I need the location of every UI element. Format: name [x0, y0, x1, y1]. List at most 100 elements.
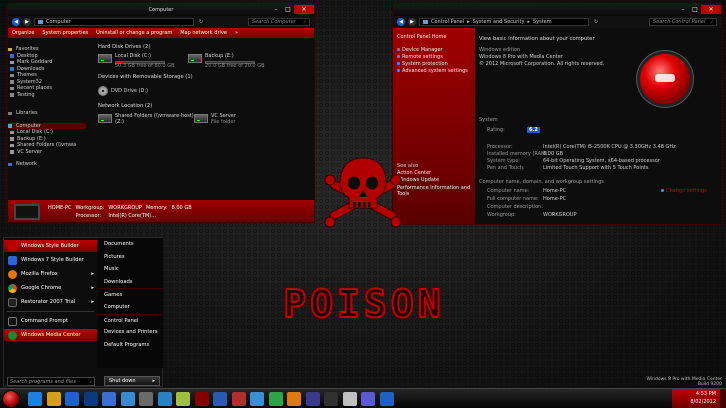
nav-vc-server[interactable]: VC Server	[8, 149, 86, 156]
user-folder-icon	[10, 60, 14, 64]
change-settings-link[interactable]: Change settings	[661, 188, 707, 194]
advanced-settings-link[interactable]: Advanced system settings	[393, 68, 475, 75]
address-field[interactable]: Computer	[34, 18, 194, 26]
control-panel-home-link[interactable]: Control Panel Home	[393, 34, 475, 41]
paint-icon[interactable]	[120, 392, 135, 406]
system-protection-link[interactable]: System protection	[393, 61, 475, 68]
search-placeholder: Search Computer	[252, 19, 296, 25]
notepad-icon[interactable]	[176, 392, 190, 406]
breadcrumb-control-panel[interactable]: Control Panel	[431, 19, 464, 25]
program-item[interactable]: Google Chrome ▸	[4, 282, 97, 294]
action-center-link[interactable]: Action Center	[393, 170, 475, 177]
globe-icon[interactable]	[157, 392, 172, 406]
internet-explorer-icon[interactable]	[28, 392, 42, 406]
terminal-icon[interactable]	[324, 392, 338, 406]
folder-icon	[10, 73, 14, 77]
folder-icon[interactable]	[46, 392, 61, 406]
dvd-icon	[98, 86, 108, 96]
documents-link[interactable]: Documents	[98, 238, 163, 251]
refresh-icon[interactable]: ↻	[592, 19, 600, 25]
nav-testing[interactable]: Testing	[8, 92, 86, 99]
system-address-bar: ◀ ▶ Control Panel ▸ System and Security …	[393, 16, 721, 28]
breadcrumb[interactable]: Control Panel ▸ System and Security ▸ Sy…	[419, 18, 589, 26]
vlc-icon[interactable]	[287, 392, 301, 406]
program-item[interactable]: Windows Style Builder	[4, 240, 97, 252]
breadcrumb-system-security[interactable]: System and Security	[473, 19, 525, 25]
rating-badge[interactable]: 6.2	[527, 127, 540, 133]
drive-c[interactable]: Local Disk (C:) 50.3 GB free of 60.0 GB	[98, 53, 175, 69]
shared-folders-drive[interactable]: Shared Folders (\\vmware-host) (Z:)	[98, 113, 194, 125]
nav-libraries[interactable]: Libraries	[8, 110, 86, 117]
chat-icon[interactable]	[379, 392, 394, 406]
scissors-icon[interactable]	[342, 392, 357, 406]
minimize-button[interactable]: –	[677, 5, 689, 14]
close-button[interactable]: ✕	[294, 5, 314, 14]
vc-server-folder[interactable]: VC Server File folder	[194, 113, 236, 125]
snipping-icon[interactable]	[231, 392, 246, 406]
control-panel-link[interactable]: Control Panel	[98, 313, 163, 327]
maximize-button[interactable]: □	[282, 5, 294, 14]
vmware-icon[interactable]	[305, 392, 320, 406]
back-button[interactable]: ◀	[12, 18, 20, 26]
drive-c-name: Local Disk (C:)	[115, 53, 151, 59]
program-item[interactable]: Mozilla Firefox ▸	[4, 268, 97, 280]
window-icon[interactable]	[102, 392, 116, 406]
devices-printers-link[interactable]: Devices and Printers	[98, 326, 163, 339]
gear-icon[interactable]	[139, 392, 153, 406]
tools-icon[interactable]	[213, 392, 227, 406]
windows-update-link[interactable]: Windows Update	[393, 177, 475, 184]
start-button[interactable]	[2, 390, 20, 408]
system-properties-button[interactable]: System properties	[42, 30, 88, 36]
refresh-icon[interactable]: ↻	[197, 19, 205, 25]
organize-button[interactable]: Organize	[12, 30, 34, 36]
drive-e[interactable]: Backup (E:) 20.0 GB free of 20.0 GB	[188, 53, 265, 69]
remote-settings-link[interactable]: Remote settings	[393, 54, 475, 61]
more-button[interactable]: »	[235, 30, 238, 36]
resource-hacker-icon[interactable]	[194, 392, 209, 406]
style-builder-icon	[8, 241, 17, 251]
folder-icon	[10, 93, 14, 97]
folder-icon	[10, 80, 14, 84]
download-icon	[10, 67, 14, 71]
maximize-button[interactable]: □	[689, 5, 701, 14]
drive-dvd[interactable]: DVD Drive (D:)	[98, 86, 148, 96]
program-item[interactable]: Restorator 2007 Trial ▸	[4, 296, 97, 308]
forward-button[interactable]: ▶	[408, 18, 416, 26]
code-icon[interactable]	[361, 392, 375, 406]
device-manager-link[interactable]: Device Manager	[393, 47, 475, 54]
explorer-titlebar[interactable]: Computer – □ ✕	[8, 4, 314, 16]
media-player-icon[interactable]	[65, 392, 79, 406]
forward-button[interactable]: ▶	[23, 18, 31, 26]
close-button[interactable]: ✕	[701, 5, 721, 14]
music-link[interactable]: Music	[98, 263, 163, 276]
games-link[interactable]: Games	[98, 288, 163, 301]
system-titlebar[interactable]: – □ ✕	[393, 4, 721, 16]
search-input[interactable]: Search Computer ⌕	[248, 18, 310, 26]
uninstall-program-button[interactable]: Uninstall or change a program	[96, 30, 172, 36]
nav-network[interactable]: Network	[8, 161, 86, 168]
program-item[interactable]: Command Prompt	[4, 315, 97, 327]
downloads-link[interactable]: Downloads	[98, 276, 163, 289]
program-item[interactable]: Windows Media Center	[4, 329, 97, 341]
show-desktop-button[interactable]	[720, 389, 726, 408]
photoshop-icon[interactable]	[83, 392, 98, 406]
search-input[interactable]: Search Control Panel ⌕	[649, 18, 717, 26]
chrome-icon[interactable]	[268, 392, 283, 406]
full-cn-row: Full computer name: Home-PC	[487, 196, 567, 202]
breadcrumb-system[interactable]: System	[533, 19, 552, 25]
system-window: – □ ✕ ◀ ▶ Control Panel ▸ System and Sec…	[392, 3, 722, 225]
submenu-arrow-icon: ▸	[91, 285, 94, 291]
watermark-build: Build 9200	[697, 382, 722, 387]
default-programs-link[interactable]: Default Programs	[98, 339, 163, 352]
pictures-link[interactable]: Pictures	[98, 251, 163, 264]
computer-link[interactable]: Computer	[98, 301, 163, 314]
program-item[interactable]: Windows 7 Style Builder	[4, 254, 97, 266]
clock[interactable]: 4:53 PM 8/02/2012	[672, 389, 726, 408]
back-button[interactable]: ◀	[397, 18, 405, 26]
minimize-button[interactable]: –	[270, 5, 282, 14]
photo-viewer-icon[interactable]	[250, 392, 264, 406]
performance-info-link[interactable]: Performance Information and Tools	[393, 184, 475, 197]
shutdown-button[interactable]: Shut down ▸	[104, 376, 160, 386]
map-network-drive-button[interactable]: Map network drive	[180, 30, 227, 36]
start-search-input[interactable]: Search programs and files ⌕	[7, 377, 95, 386]
